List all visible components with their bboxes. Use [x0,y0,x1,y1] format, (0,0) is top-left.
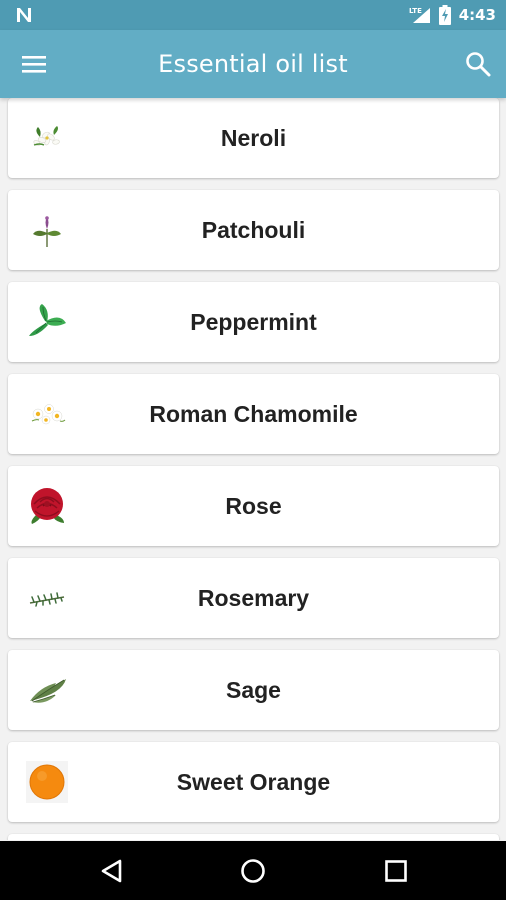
oil-name: Roman Chamomile [149,401,358,427]
list-item[interactable]: Sweet Orange [8,742,499,822]
oil-list: Neroli Patchouli Peppermint Roman Chamom… [0,98,506,840]
back-triangle-icon[interactable] [99,858,125,884]
list-item[interactable] [8,834,499,840]
app-bar: Essential oil list [0,30,506,98]
page-title: Essential oil list [158,50,348,78]
oil-name: Neroli [220,125,287,151]
list-item[interactable]: Peppermint [8,282,499,362]
oil-name: Sweet Orange [176,769,331,795]
search-icon[interactable] [464,50,492,78]
oil-name: Rosemary [197,585,310,611]
list-item[interactable]: Patchouli [8,190,499,270]
system-nav-bar [0,841,506,900]
oil-name: Peppermint [190,309,317,335]
oil-name: Patchouli [201,217,306,243]
oil-name: Sage [226,677,281,703]
list-item[interactable]: Neroli [8,98,499,178]
battery-icon [438,5,451,25]
lte-signal-icon: LTE [409,7,430,23]
list-item[interactable]: Roman Chamomile [8,374,499,454]
status-right-group: LTE 4:43 [409,0,496,30]
recents-square-icon[interactable] [383,858,409,884]
list-item[interactable]: Sage [8,650,499,730]
network-label: LTE [409,7,422,15]
notification-n-icon [17,8,31,22]
home-circle-icon[interactable] [240,858,266,884]
list-item[interactable]: Rose [8,466,499,546]
oil-name: Rose [225,493,282,519]
status-time: 4:43 [458,6,496,24]
list-item[interactable]: Rosemary [8,558,499,638]
status-bar: LTE 4:43 [0,0,506,30]
